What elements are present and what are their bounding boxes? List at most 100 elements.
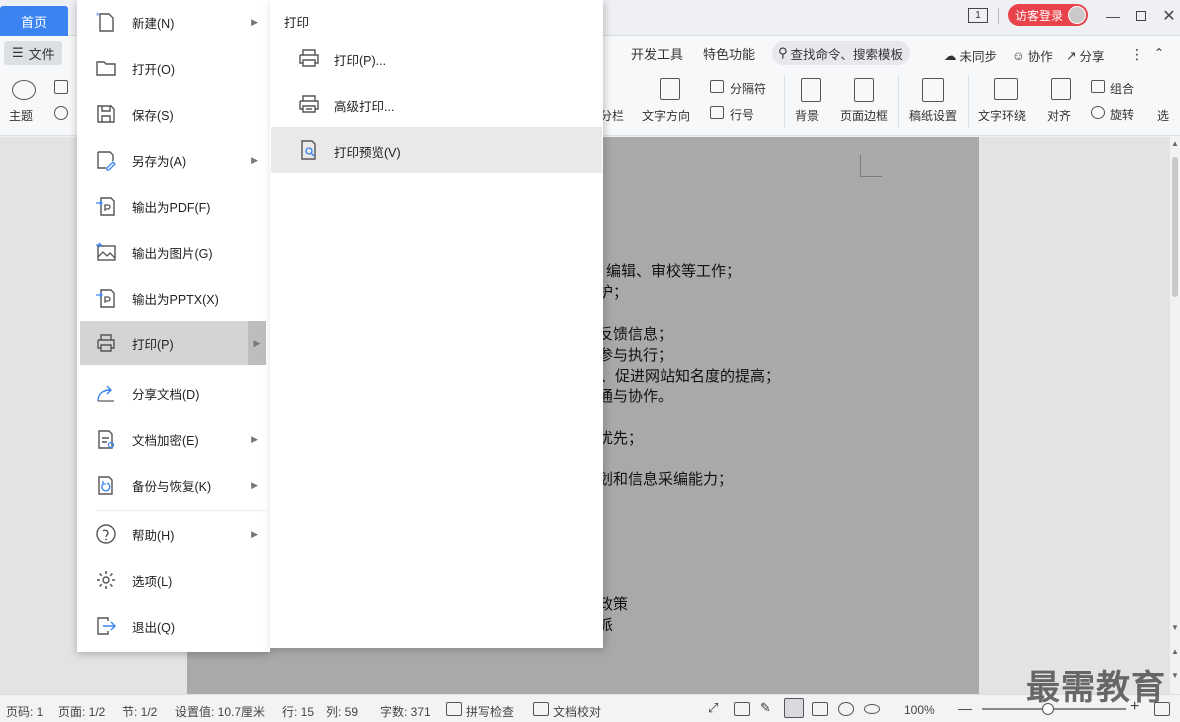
cloud-icon: ☁: [944, 49, 957, 63]
status-page[interactable]: 页面: 1/2: [58, 703, 105, 720]
text-wrap-button[interactable]: 文字环绕: [978, 107, 1026, 124]
page-view-icon[interactable]: [784, 698, 804, 718]
submenu-item-print[interactable]: 打印(P)...: [271, 35, 602, 81]
outline-view-icon[interactable]: [812, 702, 828, 716]
draft-settings-button[interactable]: 稿纸设置: [909, 107, 957, 124]
submenu-item-print-preview[interactable]: 打印预览(V): [271, 127, 602, 173]
read-mode-icon[interactable]: [734, 702, 750, 716]
next-page-icon[interactable]: ▼: [1170, 671, 1180, 680]
separator-button[interactable]: 分隔符: [730, 80, 766, 97]
palette-icon: [12, 80, 36, 100]
collapse-ribbon-icon[interactable]: ⌃: [1154, 46, 1164, 60]
status-page-code[interactable]: 页码: 1: [6, 703, 43, 720]
web-view-icon[interactable]: [838, 702, 854, 716]
search-box[interactable]: ⚲ 查找命令、搜索模板: [772, 41, 910, 65]
menu-item-help[interactable]: 帮助(H) ▶: [77, 512, 270, 556]
file-menu-label: 文件: [28, 46, 55, 62]
spell-check-button[interactable]: 拼写检查: [466, 703, 514, 720]
doc-line: 参与执行；: [598, 346, 674, 364]
file-menu-button[interactable]: ☰ 文件: [4, 41, 62, 65]
toolbar-divider: [968, 76, 969, 128]
status-row[interactable]: 行: 15: [282, 703, 314, 720]
columns-button[interactable]: 分栏: [600, 107, 624, 124]
tab-developer-tools[interactable]: 开发工具: [631, 44, 683, 63]
menu-item-save-as[interactable]: 另存为(A) ▶: [77, 138, 270, 182]
scrollbar-thumb[interactable]: [1172, 157, 1178, 297]
theme-button[interactable]: 主题: [9, 107, 33, 124]
menu-item-label: 输出为图片(G): [132, 246, 213, 261]
share-icon: ↗: [1066, 49, 1077, 63]
menu-item-label: 打开(O): [132, 62, 176, 77]
text-direction-button[interactable]: 文字方向: [642, 107, 690, 124]
export-pdf-icon: [96, 197, 115, 216]
pen-icon[interactable]: ✎: [760, 700, 776, 715]
background-icon: [801, 78, 821, 102]
menu-item-print[interactable]: 打印(P) ▶: [80, 321, 266, 365]
minimize-icon[interactable]: —: [1100, 6, 1126, 26]
file-menu-panel: * 新建(N) ▶ 打开(O) 保存(S) 另存为(A) ▶ 输出为PDF(F)…: [77, 0, 270, 652]
page-border-button[interactable]: 页面边框: [840, 107, 888, 124]
save-icon: [97, 105, 115, 123]
background-button[interactable]: 背景: [795, 107, 819, 124]
help-icon: [96, 524, 116, 544]
prev-page-icon[interactable]: ▲: [1170, 647, 1180, 656]
page-indicator[interactable]: 1: [968, 8, 988, 23]
login-button[interactable]: 访客登录: [1008, 4, 1088, 26]
zoom-out-icon[interactable]: —: [958, 700, 972, 716]
doc-line: 优先；: [598, 429, 644, 447]
collab-button[interactable]: ☺ 协作: [1012, 46, 1053, 65]
menu-item-open[interactable]: 打开(O): [77, 46, 270, 90]
menu-item-encrypt[interactable]: 文档加密(E) ▶: [77, 417, 270, 461]
maximize-icon[interactable]: [1128, 6, 1154, 26]
status-word-count[interactable]: 字数: 371: [380, 703, 431, 720]
separator-icon: [710, 80, 724, 93]
gear-icon: [97, 571, 115, 589]
menu-item-backup[interactable]: 备份与恢复(K) ▶: [77, 463, 270, 507]
close-icon[interactable]: ✕: [1156, 6, 1180, 26]
menu-item-export-pdf[interactable]: 输出为PDF(F): [77, 184, 270, 228]
menu-item-options[interactable]: 选项(L): [77, 558, 270, 602]
menu-item-label: 保存(S): [132, 108, 174, 123]
zoom-level[interactable]: 100%: [904, 703, 935, 717]
submenu-title: 打印: [284, 16, 310, 30]
proofread-button[interactable]: 文档校对: [553, 703, 601, 720]
select-button[interactable]: 选: [1157, 107, 1169, 124]
menu-item-label: 另存为(A): [132, 154, 187, 169]
submenu-item-label: 高级打印...: [334, 100, 395, 114]
tab-special-features[interactable]: 特色功能: [703, 44, 755, 63]
menu-divider: [97, 510, 267, 511]
more-icon[interactable]: ⋮: [1130, 46, 1144, 63]
menu-item-share[interactable]: 分享文档(D): [77, 371, 270, 415]
group-button[interactable]: 组合: [1110, 80, 1134, 97]
menu-item-label: 文档加密(E): [132, 433, 199, 448]
submenu-item-advanced-print[interactable]: 高级打印...: [271, 81, 602, 127]
status-section[interactable]: 节: 1/2: [122, 703, 157, 720]
doc-line: 通与协作。: [598, 387, 674, 405]
menu-item-exit[interactable]: 退出(Q): [77, 604, 270, 648]
menu-item-label: 输出为PPTX(X): [132, 292, 219, 307]
chevron-right-icon: ▶: [251, 433, 258, 444]
scroll-up-icon[interactable]: ▲: [1170, 139, 1180, 148]
menu-item-save[interactable]: 保存(S): [77, 92, 270, 136]
menu-item-export-pptx[interactable]: 输出为PPTX(X): [77, 276, 270, 320]
status-setting[interactable]: 设置值: 10.7厘米: [175, 703, 265, 720]
unsync-button[interactable]: ☁ 未同步: [944, 46, 997, 65]
vertical-scrollbar[interactable]: ▲ ▼ ▲ ▼: [1170, 137, 1180, 694]
fullscreen-icon[interactable]: ⤢: [708, 700, 724, 715]
menu-item-export-image[interactable]: 输出为图片(G): [77, 230, 270, 274]
hamburger-icon: ☰: [12, 45, 24, 60]
rotate-button[interactable]: 旋转: [1110, 106, 1134, 123]
menu-item-new[interactable]: * 新建(N) ▶: [77, 0, 270, 44]
scroll-down-icon[interactable]: ▼: [1170, 623, 1180, 632]
status-col[interactable]: 列: 59: [326, 703, 358, 720]
line-number-button[interactable]: 行号: [730, 106, 754, 123]
eye-icon[interactable]: [864, 704, 880, 714]
align-button[interactable]: 对齐: [1047, 107, 1071, 124]
menu-item-label: 新建(N): [132, 16, 175, 31]
folder-open-icon: [96, 61, 116, 76]
search-icon: ⚲: [778, 45, 788, 60]
share-button[interactable]: ↗ 分享: [1066, 46, 1105, 65]
unsync-label: 未同步: [959, 50, 998, 64]
search-input: 查找命令、搜索模板: [790, 47, 904, 62]
home-tab[interactable]: 首页: [0, 6, 68, 36]
